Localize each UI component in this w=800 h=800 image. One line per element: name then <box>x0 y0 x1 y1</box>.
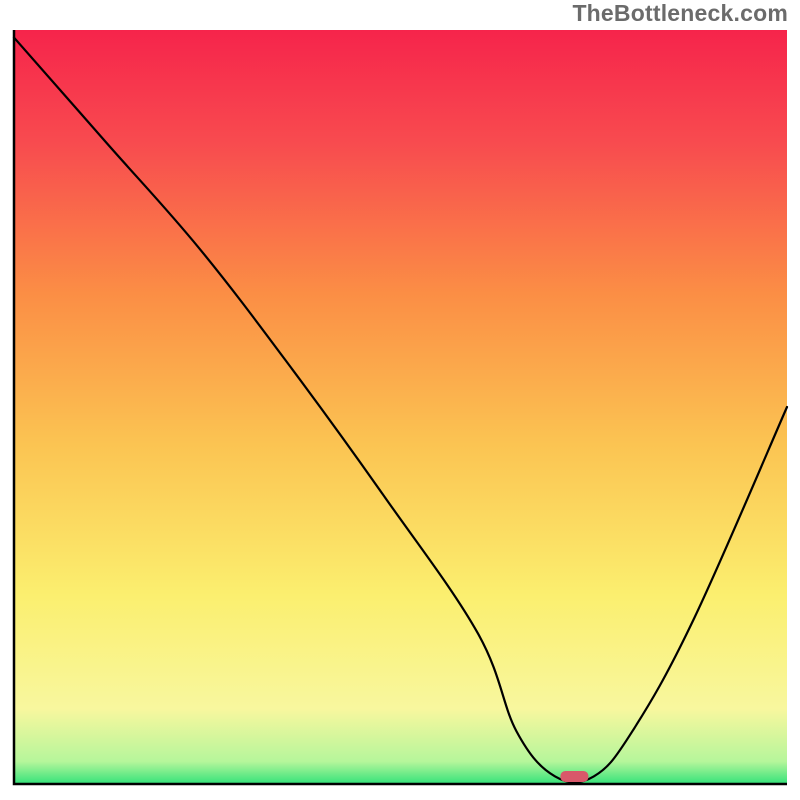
watermark-text: TheBottleneck.com <box>572 0 788 27</box>
heat-gradient <box>14 30 787 784</box>
chart-container: { "watermark": "TheBottleneck.com", "cha… <box>0 0 800 800</box>
optimal-marker <box>560 771 588 782</box>
chart-svg <box>0 0 800 800</box>
